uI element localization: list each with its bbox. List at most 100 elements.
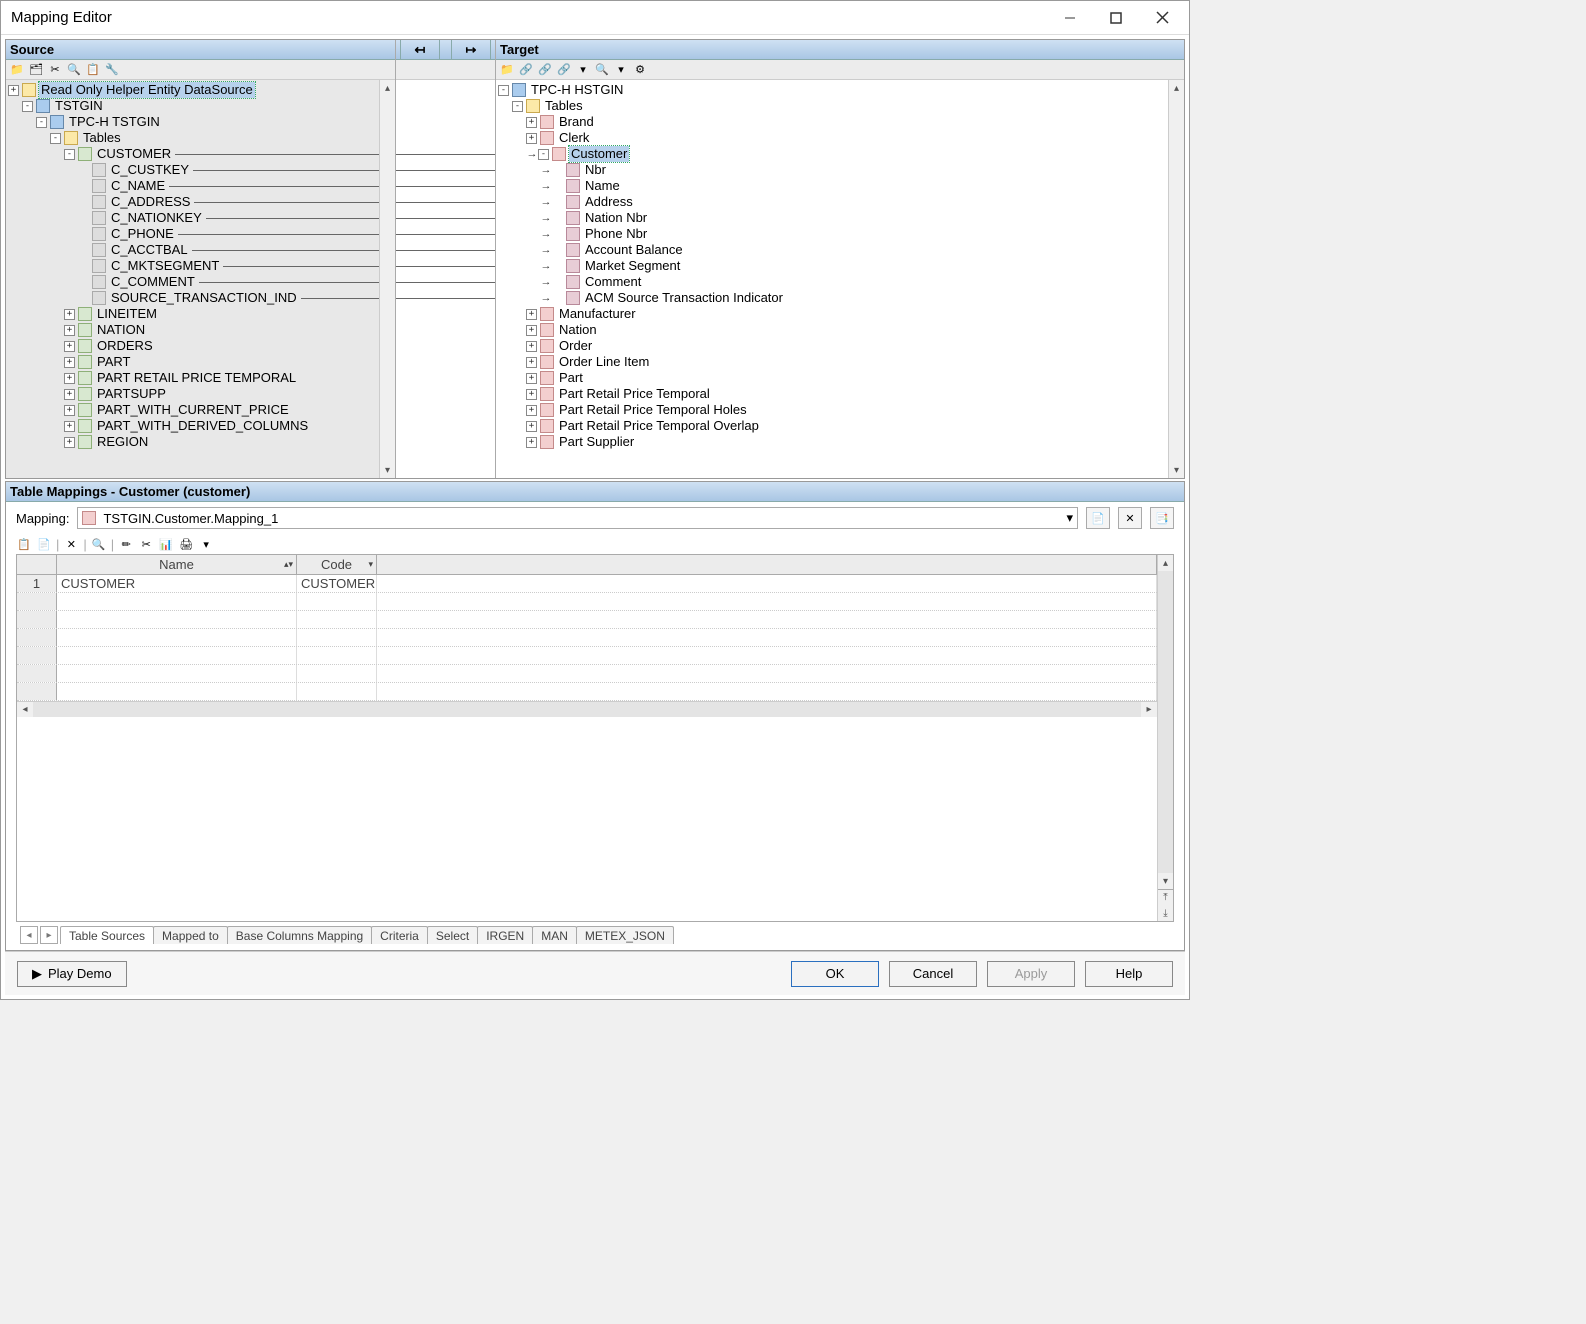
tree-node[interactable]: +Part Retail Price Temporal Overlap <box>498 418 1168 434</box>
tgt-tool-5-icon[interactable]: 🔍 <box>594 62 610 78</box>
src-tool-3-icon[interactable]: ✂ <box>47 62 63 78</box>
tab-metex-json[interactable]: METEX_JSON <box>576 926 674 944</box>
expand-icon[interactable]: + <box>526 133 537 144</box>
tgt-tool-3-icon[interactable]: 🔗 <box>537 62 553 78</box>
tree-node[interactable]: →Address <box>498 194 1168 210</box>
expand-icon[interactable]: + <box>526 341 537 352</box>
collapse-icon[interactable]: - <box>22 101 33 112</box>
tab-nav-next[interactable]: ▸ <box>40 926 58 944</box>
grid-vertical-scrollbar[interactable]: ▴ ▾ ⤒ ⤓ <box>1157 555 1173 921</box>
tree-node[interactable]: -CUSTOMER <box>8 146 379 162</box>
tgt-tool-drop1-icon[interactable]: ▾ <box>575 62 591 78</box>
map-right-button[interactable]: ↦ <box>451 40 491 59</box>
move-top-icon[interactable]: ⤒ <box>1158 889 1173 905</box>
tree-node[interactable]: +LINEITEM <box>8 306 379 322</box>
tab-mapped-to[interactable]: Mapped to <box>153 926 228 944</box>
tree-node[interactable]: C_PHONE <box>8 226 379 242</box>
tree-node[interactable]: +Clerk <box>498 130 1168 146</box>
tree-node[interactable]: →Nation Nbr <box>498 210 1168 226</box>
expand-icon[interactable]: + <box>526 325 537 336</box>
expand-icon[interactable]: + <box>526 373 537 384</box>
expand-icon[interactable]: + <box>8 85 19 96</box>
expand-icon[interactable]: + <box>64 405 75 416</box>
map-left-button[interactable]: ↤ <box>400 40 440 59</box>
tree-node[interactable]: +PART_WITH_CURRENT_PRICE <box>8 402 379 418</box>
tree-node[interactable]: SOURCE_TRANSACTION_IND <box>8 290 379 306</box>
src-tool-2-icon[interactable]: 🗂 <box>28 62 44 78</box>
table-row[interactable] <box>17 593 1157 611</box>
tree-node[interactable]: -Tables <box>8 130 379 146</box>
tree-node[interactable]: →Comment <box>498 274 1168 290</box>
grid-header-rest[interactable] <box>377 555 1157 574</box>
tab-irgen[interactable]: IRGEN <box>477 926 533 944</box>
tree-node[interactable]: +Part Retail Price Temporal Holes <box>498 402 1168 418</box>
expand-icon[interactable]: + <box>526 405 537 416</box>
tree-node[interactable]: C_ACCTBAL <box>8 242 379 258</box>
mapping-new-button[interactable]: 📄 <box>1086 507 1110 529</box>
tree-node[interactable]: +Brand <box>498 114 1168 130</box>
collapse-icon[interactable]: - <box>50 133 61 144</box>
tree-node[interactable]: +Read Only Helper Entity DataSource <box>8 82 379 98</box>
table-row[interactable] <box>17 629 1157 647</box>
target-scrollbar[interactable]: ▴ ▾ <box>1168 80 1184 478</box>
grid-tool-2-icon[interactable]: 📄 <box>36 536 52 552</box>
tree-node[interactable]: +Order <box>498 338 1168 354</box>
play-demo-button[interactable]: ▶ Play Demo <box>17 961 127 987</box>
tgt-tool-drop2-icon[interactable]: ▾ <box>613 62 629 78</box>
grid-tool-1-icon[interactable]: 📋 <box>16 536 32 552</box>
grid-find-icon[interactable]: 🔍 <box>91 536 107 552</box>
mapping-delete-button[interactable]: ✕ <box>1118 507 1142 529</box>
tree-node[interactable]: +Part Retail Price Temporal <box>498 386 1168 402</box>
expand-icon[interactable]: + <box>526 117 537 128</box>
tree-node[interactable]: C_ADDRESS <box>8 194 379 210</box>
tab-base-columns-mapping[interactable]: Base Columns Mapping <box>227 926 372 944</box>
tree-node[interactable]: +PART <box>8 354 379 370</box>
target-tree[interactable]: -TPC-H HSTGIN-Tables+Brand+Clerk→-Custom… <box>496 80 1168 478</box>
tgt-tool-4-icon[interactable]: 🔗 <box>556 62 572 78</box>
expand-icon[interactable]: + <box>64 421 75 432</box>
table-row[interactable]: 1CUSTOMERCUSTOMER <box>17 575 1157 593</box>
grid-header-name[interactable]: Name ▴▾ <box>57 555 297 574</box>
expand-icon[interactable]: + <box>526 437 537 448</box>
src-tool-1-icon[interactable]: 📁 <box>9 62 25 78</box>
expand-icon[interactable]: + <box>64 325 75 336</box>
expand-icon[interactable]: + <box>64 437 75 448</box>
tree-node[interactable]: -TSTGIN <box>8 98 379 114</box>
tree-node[interactable]: →Market Segment <box>498 258 1168 274</box>
tab-criteria[interactable]: Criteria <box>371 926 428 944</box>
scroll-up-icon[interactable]: ▴ <box>380 80 395 96</box>
grid-menu-icon[interactable]: ▾ <box>198 536 214 552</box>
grid-header-rownum[interactable] <box>17 555 57 574</box>
tree-node[interactable]: +PART RETAIL PRICE TEMPORAL <box>8 370 379 386</box>
table-row[interactable] <box>17 611 1157 629</box>
scroll-right-icon[interactable]: ▸ <box>1141 702 1157 717</box>
tab-select[interactable]: Select <box>427 926 478 944</box>
grid-horizontal-scrollbar[interactable]: ◂ ▸ <box>17 701 1157 717</box>
mapping-props-button[interactable]: 📑 <box>1150 507 1174 529</box>
tree-node[interactable]: +Part <box>498 370 1168 386</box>
apply-button[interactable]: Apply <box>987 961 1075 987</box>
tab-nav-prev[interactable]: ◂ <box>20 926 38 944</box>
src-tool-6-icon[interactable]: 🔧 <box>104 62 120 78</box>
tgt-tool-1-icon[interactable]: 📁 <box>499 62 515 78</box>
expand-icon[interactable]: + <box>64 341 75 352</box>
tree-node[interactable]: →Nbr <box>498 162 1168 178</box>
collapse-icon[interactable]: - <box>36 117 47 128</box>
table-row[interactable] <box>17 683 1157 701</box>
grid-tool-b-icon[interactable]: ✂ <box>138 536 154 552</box>
help-button[interactable]: Help <box>1085 961 1173 987</box>
tree-node[interactable]: →Name <box>498 178 1168 194</box>
expand-icon[interactable]: + <box>64 389 75 400</box>
tab-table-sources[interactable]: Table Sources <box>60 926 154 944</box>
source-tree[interactable]: +Read Only Helper Entity DataSource-TSTG… <box>6 80 379 478</box>
expand-icon[interactable]: + <box>526 389 537 400</box>
table-row[interactable] <box>17 647 1157 665</box>
ok-button[interactable]: OK <box>791 961 879 987</box>
collapse-icon[interactable]: - <box>498 85 509 96</box>
tree-node[interactable]: C_NAME <box>8 178 379 194</box>
collapse-icon[interactable]: - <box>512 101 523 112</box>
scroll-down-icon[interactable]: ▾ <box>380 462 395 478</box>
scroll-down-icon[interactable]: ▾ <box>1158 873 1173 889</box>
maximize-button[interactable] <box>1093 3 1139 33</box>
tree-node[interactable]: →Account Balance <box>498 242 1168 258</box>
